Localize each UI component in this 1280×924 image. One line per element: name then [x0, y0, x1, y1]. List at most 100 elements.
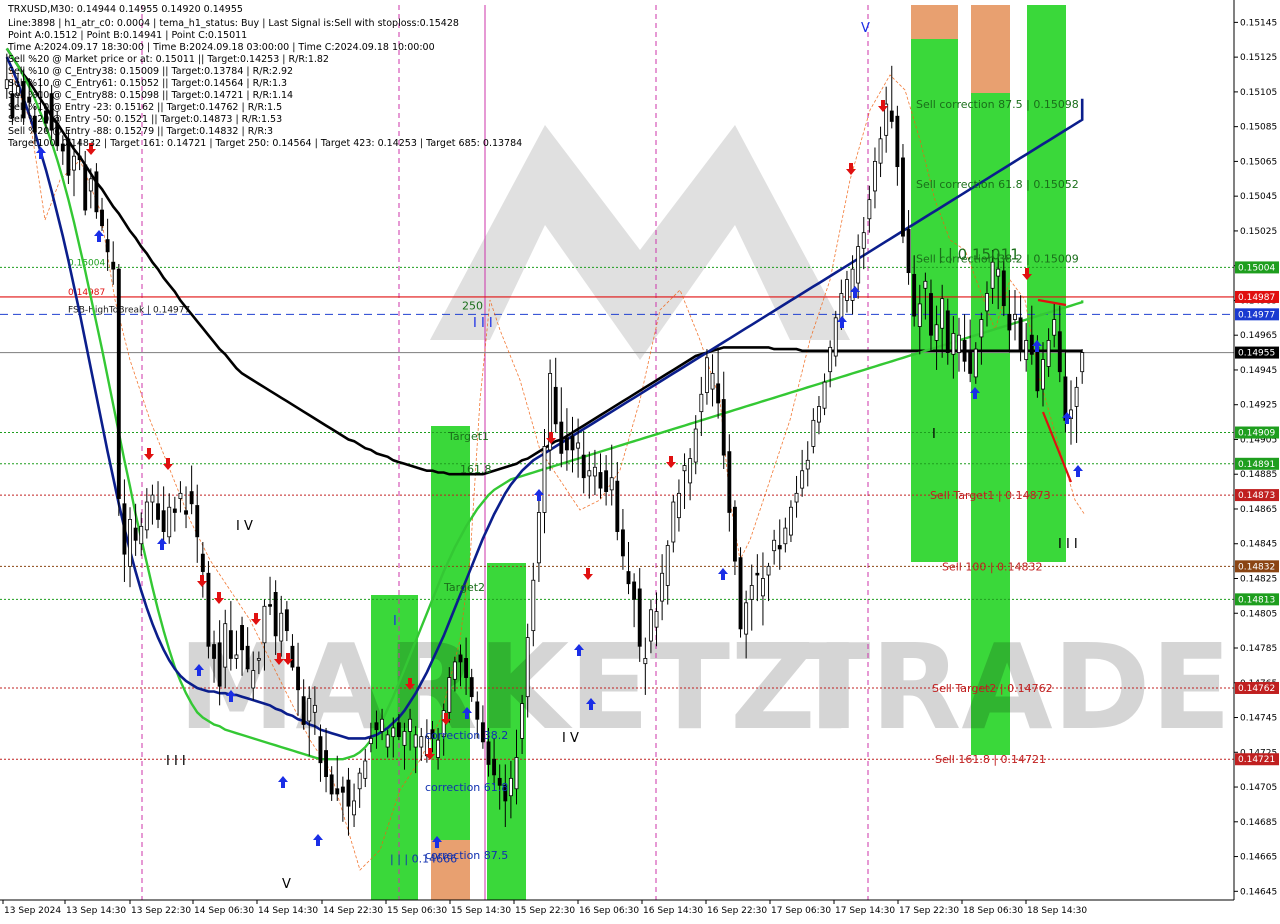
time-tick-label: 13 Sep 22:30 [131, 906, 191, 916]
info-line-4: Sell %10 @ C_Entry38: 0.15009 || Target:… [8, 66, 293, 77]
time-tick-label: 15 Sep 06:30 [387, 906, 447, 916]
price-tick-label: 0.14785 [1240, 644, 1277, 654]
price-tick-label: 0.14645 [1240, 887, 1277, 897]
time-tick-label: 15 Sep 22:30 [515, 906, 575, 916]
price-tag: 0.14813 [1235, 593, 1279, 606]
price-tag: 0.14955 [1235, 346, 1279, 359]
price-tick-label: 0.14745 [1240, 714, 1277, 724]
time-tick-label: 18 Sep 06:30 [963, 906, 1023, 916]
time-tick-label: 16 Sep 14:30 [643, 906, 703, 916]
price-tick-label: 0.15045 [1240, 192, 1277, 202]
candle [116, 263, 121, 516]
wave-marker-i: I [393, 614, 397, 629]
price-tick-label: 0.14865 [1240, 505, 1277, 515]
price-tag: 0.15004 [1235, 261, 1279, 274]
time-tick-label: 15 Sep 14:30 [451, 906, 511, 916]
price-tag-label: 0.14891 [1238, 460, 1275, 470]
time-tick-label: 17 Sep 14:30 [835, 906, 895, 916]
price-tag-label: 0.14955 [1238, 349, 1275, 359]
info-line-2: Time A:2024.09.17 18:30:00 | Time B:2024… [7, 42, 435, 53]
info-line-9: Sell %20 @ Entry -88: 0.15279 || Target:… [8, 126, 273, 137]
price-tick-label: 0.14945 [1240, 366, 1277, 376]
wave-marker-i-right: I [932, 427, 936, 442]
price-tick-label: 0.14965 [1240, 331, 1277, 341]
level-label-2: FSB-HighToBreak | 0.14977 [68, 305, 190, 315]
time-tick-label: 18 Sep 14:30 [1027, 906, 1087, 916]
candle [206, 561, 211, 659]
annotation-label-0: Sell correction 87.5 | 0.15098 [916, 98, 1079, 111]
annotation-label-6: Sell 161.8 | 0.14721 [935, 753, 1046, 766]
price-tag: 0.14891 [1235, 457, 1279, 470]
wave-marker-iii-right: I I I [1058, 537, 1078, 552]
price-tag-label: 0.14873 [1238, 491, 1275, 501]
price-tag: 0.14909 [1235, 426, 1279, 439]
price-tick-label: 0.14665 [1240, 853, 1277, 863]
info-line-5: Sell %10 @ C_Entry61: 0.15052 || Target:… [8, 78, 287, 89]
candle [901, 144, 905, 244]
info-line-0: Line:3898 | h1_atr_c0: 0.0004 | tema_h1_… [8, 18, 459, 29]
annotation-label-3: Sell Target1 | 0.14873 [930, 489, 1051, 502]
time-tick-label: 13 Sep 14:30 [66, 906, 126, 916]
annotation-label-1: Sell correction 61.8 | 0.15052 [916, 178, 1079, 191]
price-tick-label: 0.15125 [1240, 53, 1277, 63]
info-line-8: Sell %20 @ Entry -50: 0.1521 || Target:0… [8, 114, 282, 125]
price-tick-label: 0.15145 [1240, 18, 1277, 28]
price-tag: 0.14721 [1235, 753, 1279, 766]
price-tag-label: 0.14977 [1238, 310, 1275, 320]
price-tag-label: 0.14813 [1238, 595, 1275, 605]
time-tick-label: 14 Sep 22:30 [323, 906, 383, 916]
price-tick-label: 0.15105 [1240, 88, 1277, 98]
time-tick-label: 16 Sep 22:30 [707, 906, 767, 916]
wave-marker-iv-mid: I V [562, 731, 579, 746]
time-axis: 13 Sep 2024 13 Sep 14:30 13 Sep 22:30 14 Se… [0, 899, 1280, 920]
annotation-label-12: correction 38.2 [425, 729, 508, 742]
price-tick-label: 0.15065 [1240, 157, 1277, 167]
price-tag-label: 0.14987 [1238, 293, 1275, 303]
price-tick-label: 0.14925 [1240, 401, 1277, 411]
price-tag-label: 0.14909 [1238, 429, 1275, 439]
time-tick-label: 14 Sep 06:30 [194, 906, 254, 916]
trading-chart[interactable]: MARKETZI TRADE 0.15004 0.14987 FSB-HighToB… [0, 0, 1280, 920]
info-line-10: Target100: 0.14832 | Target 161: 0.14721… [7, 138, 522, 149]
price-tick-label: 0.14845 [1240, 540, 1277, 550]
wave-marker-v-top: V [861, 21, 870, 36]
annotation-label-13: correction 61.8 [425, 781, 508, 794]
annotation-label-4: Sell 100 | 0.14832 [942, 560, 1043, 573]
time-tick-label: 17 Sep 22:30 [899, 906, 959, 916]
annotation-label-9: Target1 [447, 430, 489, 443]
price-tick-label: 0.14805 [1240, 609, 1277, 619]
wave-marker-v-bottom: V [282, 877, 291, 892]
chart-canvas[interactable]: MARKETZI TRADE 0.150040.14987FSB-HighToB… [0, 0, 1280, 920]
annotation-label-8: 250 [462, 300, 483, 313]
candle [94, 163, 99, 219]
annotation-label-11: Target2 [443, 581, 485, 594]
time-tick-label: 14 Sep 14:30 [258, 906, 318, 916]
price-tag-label: 0.15004 [1238, 263, 1275, 273]
info-line-3: Sell %20 @ Market price or at: 0.15011 |… [8, 54, 329, 65]
price-tick-label: 0.14705 [1240, 783, 1277, 793]
level-label-0: 0.15004 [68, 258, 105, 268]
price-tag-label: 0.14762 [1238, 684, 1275, 694]
candle [738, 547, 743, 638]
price-tag: 0.14977 [1235, 308, 1279, 321]
symbol-line: TRXUSD,M30: 0.14944 0.14955 0.14920 0.14… [7, 4, 243, 15]
wave-marker-iii-mid: I I I [473, 316, 493, 331]
info-line-1: Point A:0.1512 | Point B:0.14941 | Point… [8, 30, 247, 41]
wave-marker-iv-left: I V [236, 519, 253, 534]
time-tick-label: 16 Sep 06:30 [579, 906, 639, 916]
price-tick-label: 0.14825 [1240, 574, 1277, 584]
wave-marker-iii-left: I I I [166, 754, 186, 769]
info-line-6: Sell %10 @ C_Entry88: 0.15098 || Target:… [8, 90, 293, 101]
annotation-label-10: 161.8 [460, 463, 492, 476]
price-tick-label: 0.14685 [1240, 818, 1277, 828]
annotation-label-7: | | 0.15011 [938, 245, 1020, 263]
info-line-7: Sell %10 @ Entry -23: 0.15162 || Target:… [8, 102, 282, 113]
price-tag: 0.14987 [1235, 290, 1279, 303]
price-tick-label: 0.15085 [1240, 123, 1277, 133]
price-axis: 0.15145 0.15125 0.15105 0.15085 0.15065 0.150… [1233, 0, 1280, 920]
price-tag-label: 0.14832 [1238, 562, 1275, 572]
annotation-label-15: | | | 0.14666 [390, 852, 457, 865]
price-tick-label: 0.15025 [1240, 227, 1277, 237]
time-tick-label: 13 Sep 2024 [4, 906, 61, 916]
time-tick-label: 17 Sep 06:30 [771, 906, 831, 916]
